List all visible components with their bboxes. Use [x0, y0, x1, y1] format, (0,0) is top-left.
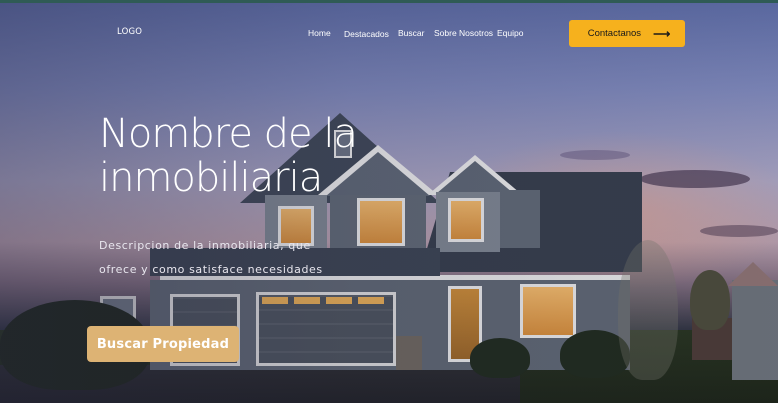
nav-link-equipo[interactable]: Equipo [497, 28, 523, 38]
arrow-right-icon: ⟶ [653, 26, 671, 41]
contact-button-label: Contactanos [587, 28, 642, 39]
logo[interactable]: LOGO [117, 27, 142, 37]
nav-link-home[interactable]: Home [308, 28, 331, 38]
contact-button[interactable]: Contactanos ⟶ [569, 20, 685, 47]
hero-title: Nombre de la inmobiliaria [99, 111, 358, 201]
search-property-button[interactable]: Buscar Propiedad [87, 326, 239, 362]
top-navigation: LOGO Home Destacados Buscar Sobre Nosotr… [0, 0, 778, 60]
nav-link-destacados[interactable]: Destacados [344, 29, 389, 39]
nav-link-buscar[interactable]: Buscar [398, 28, 424, 38]
nav-link-sobre-nosotros[interactable]: Sobre Nosotros [434, 28, 493, 38]
hero-description: Descripcion de la inmobiliaria, que ofre… [99, 239, 323, 276]
